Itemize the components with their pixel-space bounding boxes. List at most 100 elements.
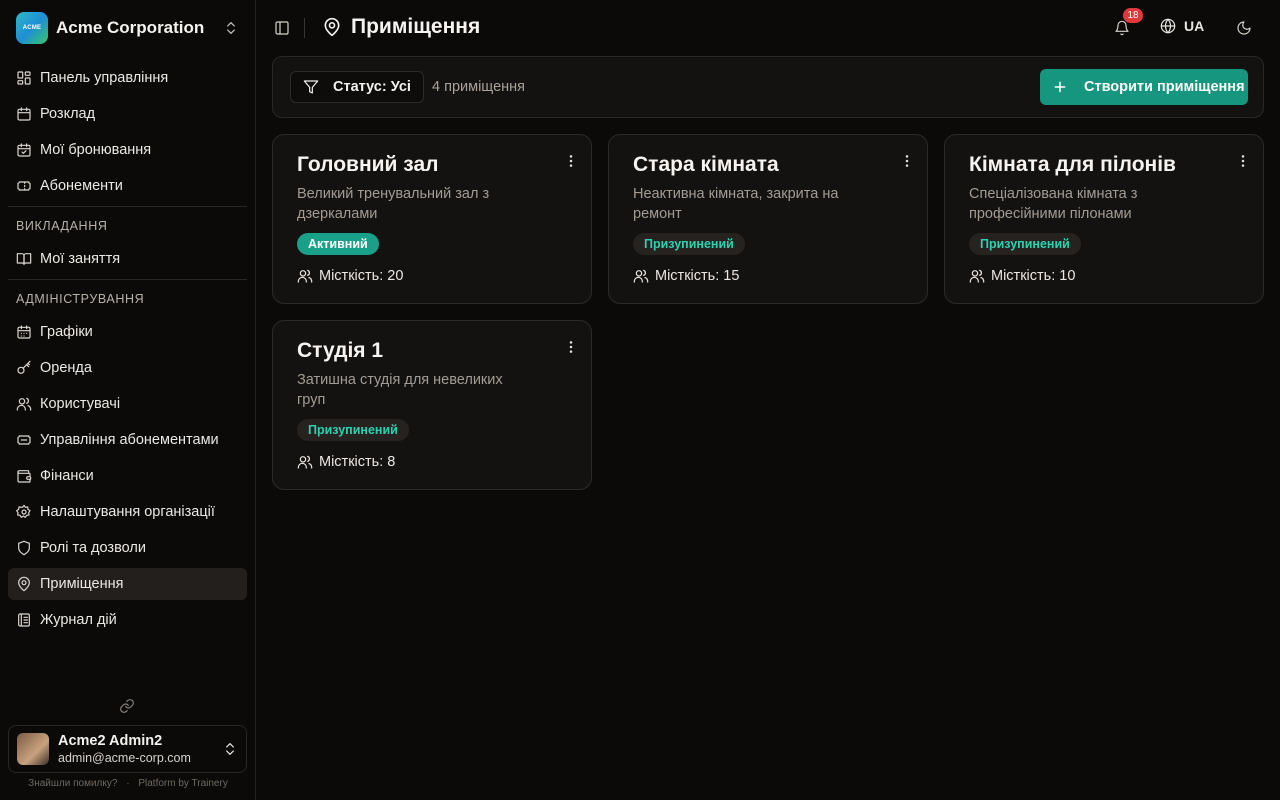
top-header: Приміщення 18 UA [256, 0, 1280, 56]
user-menu[interactable]: Acme2 Admin2 admin@acme-corp.com [8, 725, 247, 773]
page-title: Приміщення [351, 15, 481, 38]
sidebar-item-users[interactable]: Користувачі [8, 388, 247, 420]
sidebar-item-label: Мої бронювання [40, 142, 152, 158]
chevrons-up-down-icon [222, 741, 238, 757]
status-filter-button[interactable]: Статус: Усі [290, 71, 424, 103]
room-capacity: Місткість: 8 [297, 454, 395, 470]
sidebar-item-my-bookings[interactable]: Мої бронювання [8, 134, 247, 166]
sidebar-item-dashboard[interactable]: Панель управління [8, 62, 247, 94]
map-pin-icon [322, 17, 342, 37]
globe-icon [1160, 18, 1176, 34]
room-capacity-label: Місткість: 10 [991, 268, 1076, 284]
notification-badge: 18 [1123, 8, 1143, 23]
sidebar: ACME Acme Corporation Панель управління … [0, 0, 256, 800]
dashboard-icon [16, 70, 32, 86]
more-vertical-icon[interactable] [563, 153, 579, 169]
room-name: Стара кімната [633, 153, 779, 176]
rooms-count: 4 приміщення [432, 79, 525, 95]
sidebar-item-schedule[interactable]: Розклад [8, 98, 247, 130]
language-switcher[interactable]: UA [1160, 18, 1204, 34]
link-icon[interactable] [119, 698, 135, 714]
room-card[interactable]: Студія 1 Затишна студія для невеликих гр… [272, 320, 592, 490]
page-title-group: Приміщення [322, 15, 480, 39]
sidebar-item-org-settings[interactable]: Налаштування організації [8, 496, 247, 528]
room-name: Кімната для пілонів [969, 153, 1176, 176]
room-card[interactable]: Стара кімната Неактивна кімната, закрита… [608, 134, 928, 304]
room-capacity: Місткість: 20 [297, 268, 403, 284]
sidebar-nav: Панель управління Розклад Мої бронювання… [8, 62, 247, 640]
user-email: admin@acme-corp.com [58, 750, 191, 765]
more-vertical-icon[interactable] [563, 339, 579, 355]
moon-icon[interactable] [1236, 20, 1252, 36]
report-bug-link[interactable]: Знайшли помилку? [28, 778, 117, 789]
more-vertical-icon[interactable] [1235, 153, 1251, 169]
status-badge: Призупинений [297, 419, 409, 441]
users-icon [297, 454, 313, 470]
footer-links: Знайшли помилку? · Platform by Trainery [0, 778, 256, 789]
sidebar-item-label: Абонементи [40, 178, 123, 194]
sidebar-item-label: Ролі та дозволи [40, 540, 146, 556]
room-name: Головний зал [297, 153, 439, 176]
room-capacity-label: Місткість: 20 [319, 268, 404, 284]
footer-separator: · [126, 778, 130, 789]
sidebar-item-rent[interactable]: Оренда [8, 352, 247, 384]
divider [304, 18, 305, 38]
sidebar-item-label: Панель управління [40, 70, 169, 86]
org-logo: ACME [16, 12, 48, 44]
sidebar-item-label: Користувачі [40, 396, 121, 412]
plus-icon [1052, 79, 1068, 95]
sidebar-item-label: Розклад [40, 106, 96, 122]
filter-icon [303, 79, 319, 95]
sidebar-item-rooms[interactable]: Приміщення [8, 568, 247, 600]
sidebar-item-memberships[interactable]: Абонементи [8, 170, 247, 202]
map-pin-icon [16, 576, 32, 592]
calendar-icon [16, 106, 32, 122]
sidebar-item-activity-log[interactable]: Журнал дій [8, 604, 247, 636]
chevrons-up-down-icon [223, 20, 239, 36]
avatar [17, 733, 49, 765]
rooms-toolbar: Статус: Усі 4 приміщення Створити приміщ… [272, 56, 1264, 118]
more-vertical-icon[interactable] [899, 153, 915, 169]
sidebar-item-label: Управління абонементами [40, 432, 219, 448]
sidebar-item-label: Графіки [40, 324, 93, 340]
sidebar-item-label: Налаштування організації [40, 504, 215, 520]
calendar-check-icon [16, 142, 32, 158]
room-description: Спеціалізована кімната з професійними пі… [969, 186, 1138, 222]
wallet-icon [16, 468, 32, 484]
section-title-admin: АДМІНІСТРУВАННЯ [16, 292, 145, 306]
key-icon [16, 360, 32, 376]
sidebar-item-label: Фінанси [40, 468, 94, 484]
users-icon [633, 268, 649, 284]
create-room-label: Створити приміщення [1084, 79, 1245, 95]
room-card[interactable]: Головний зал Великий тренувальний зал з … [272, 134, 592, 304]
sidebar-item-roles[interactable]: Ролі та дозволи [8, 532, 247, 564]
room-capacity: Місткість: 15 [633, 268, 739, 284]
users-icon [16, 396, 32, 412]
shield-icon [16, 540, 32, 556]
room-description: Великий тренувальний зал з дзеркалами [297, 186, 490, 222]
user-info: Acme2 Admin2 admin@acme-corp.com [58, 733, 222, 766]
status-filter-label: Статус: Усі [333, 79, 411, 95]
tickets-icon [16, 432, 32, 448]
org-switcher[interactable]: ACME Acme Corporation [8, 8, 247, 48]
sidebar-item-label: Приміщення [40, 576, 124, 592]
language-label: UA [1184, 18, 1205, 34]
sidebar-item-my-classes[interactable]: Мої заняття [8, 243, 247, 275]
sidebar-item-label: Журнал дій [40, 612, 117, 628]
create-room-button[interactable]: Створити приміщення [1040, 69, 1248, 105]
sidebar-item-schedules[interactable]: Графіки [8, 316, 247, 348]
sidebar-item-finance[interactable]: Фінанси [8, 460, 247, 492]
log-icon [16, 612, 32, 628]
section-title-teaching: ВИКЛАДАННЯ [16, 219, 108, 233]
room-card[interactable]: Кімната для пілонів Спеціалізована кімна… [944, 134, 1264, 304]
gear-icon [16, 504, 32, 520]
user-name: Acme2 Admin2 [58, 732, 163, 749]
divider [8, 206, 247, 207]
room-capacity-label: Місткість: 8 [319, 454, 396, 470]
sidebar-toggle-icon[interactable] [274, 20, 290, 36]
sidebar-item-membership-management[interactable]: Управління абонементами [8, 424, 247, 456]
users-icon [969, 268, 985, 284]
status-badge: Активний [297, 233, 379, 255]
platform-link[interactable]: Platform by Trainery [138, 778, 227, 789]
sidebar-item-label: Мої заняття [40, 251, 121, 267]
